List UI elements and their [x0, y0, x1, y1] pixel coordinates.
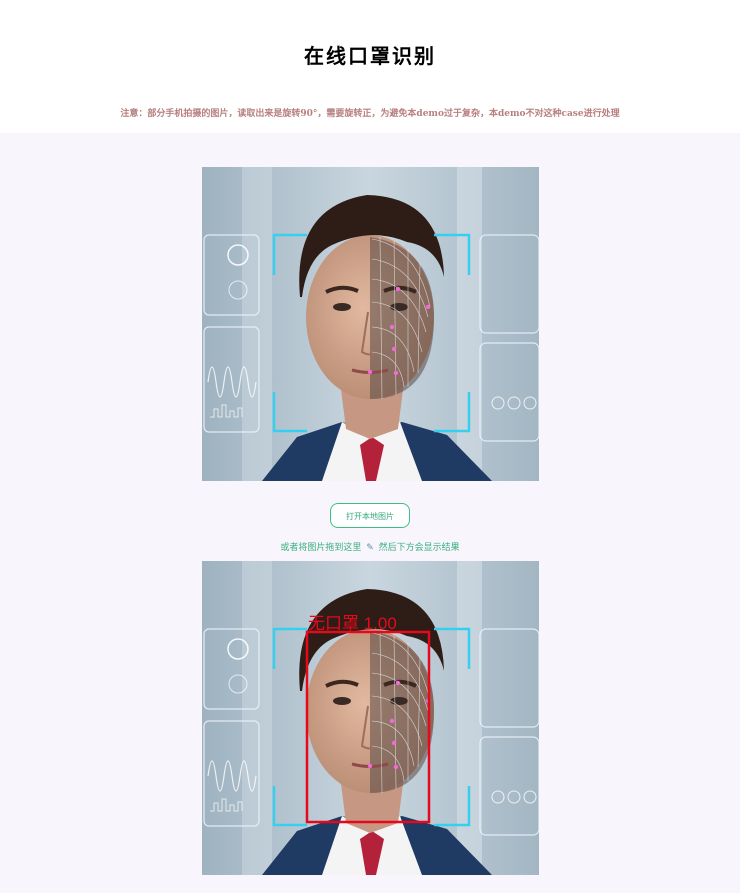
- source-image-preview: [202, 167, 539, 481]
- main-area: 打开本地图片 或者将图片拖到这里 ✎ 然后下方会显示结果 无口罩 1.00: [0, 133, 740, 893]
- notice-text: 注意：部分手机拍摄的图片，读取出来是旋转90°，需要旋转正，为避免本demo过于…: [120, 109, 620, 119]
- drop-hint-suffix: 然后下方会显示结果: [378, 543, 460, 553]
- detection-result-canvas: 无口罩 1.00: [202, 561, 539, 875]
- drop-hint-prefix: 或者将图片拖到这里: [280, 543, 362, 553]
- detection-label: 无口罩 1.00: [308, 614, 397, 633]
- drop-zone-hint[interactable]: 或者将图片拖到这里 ✎ 然后下方会显示结果: [0, 540, 740, 553]
- pencil-icon: ✎: [366, 543, 374, 553]
- page-header: 在线口罩识别 注意：部分手机拍摄的图片，读取出来是旋转90°，需要旋转正，为避免…: [0, 0, 740, 133]
- open-local-image-button[interactable]: 打开本地图片: [330, 503, 410, 528]
- page-title: 在线口罩识别: [304, 44, 436, 68]
